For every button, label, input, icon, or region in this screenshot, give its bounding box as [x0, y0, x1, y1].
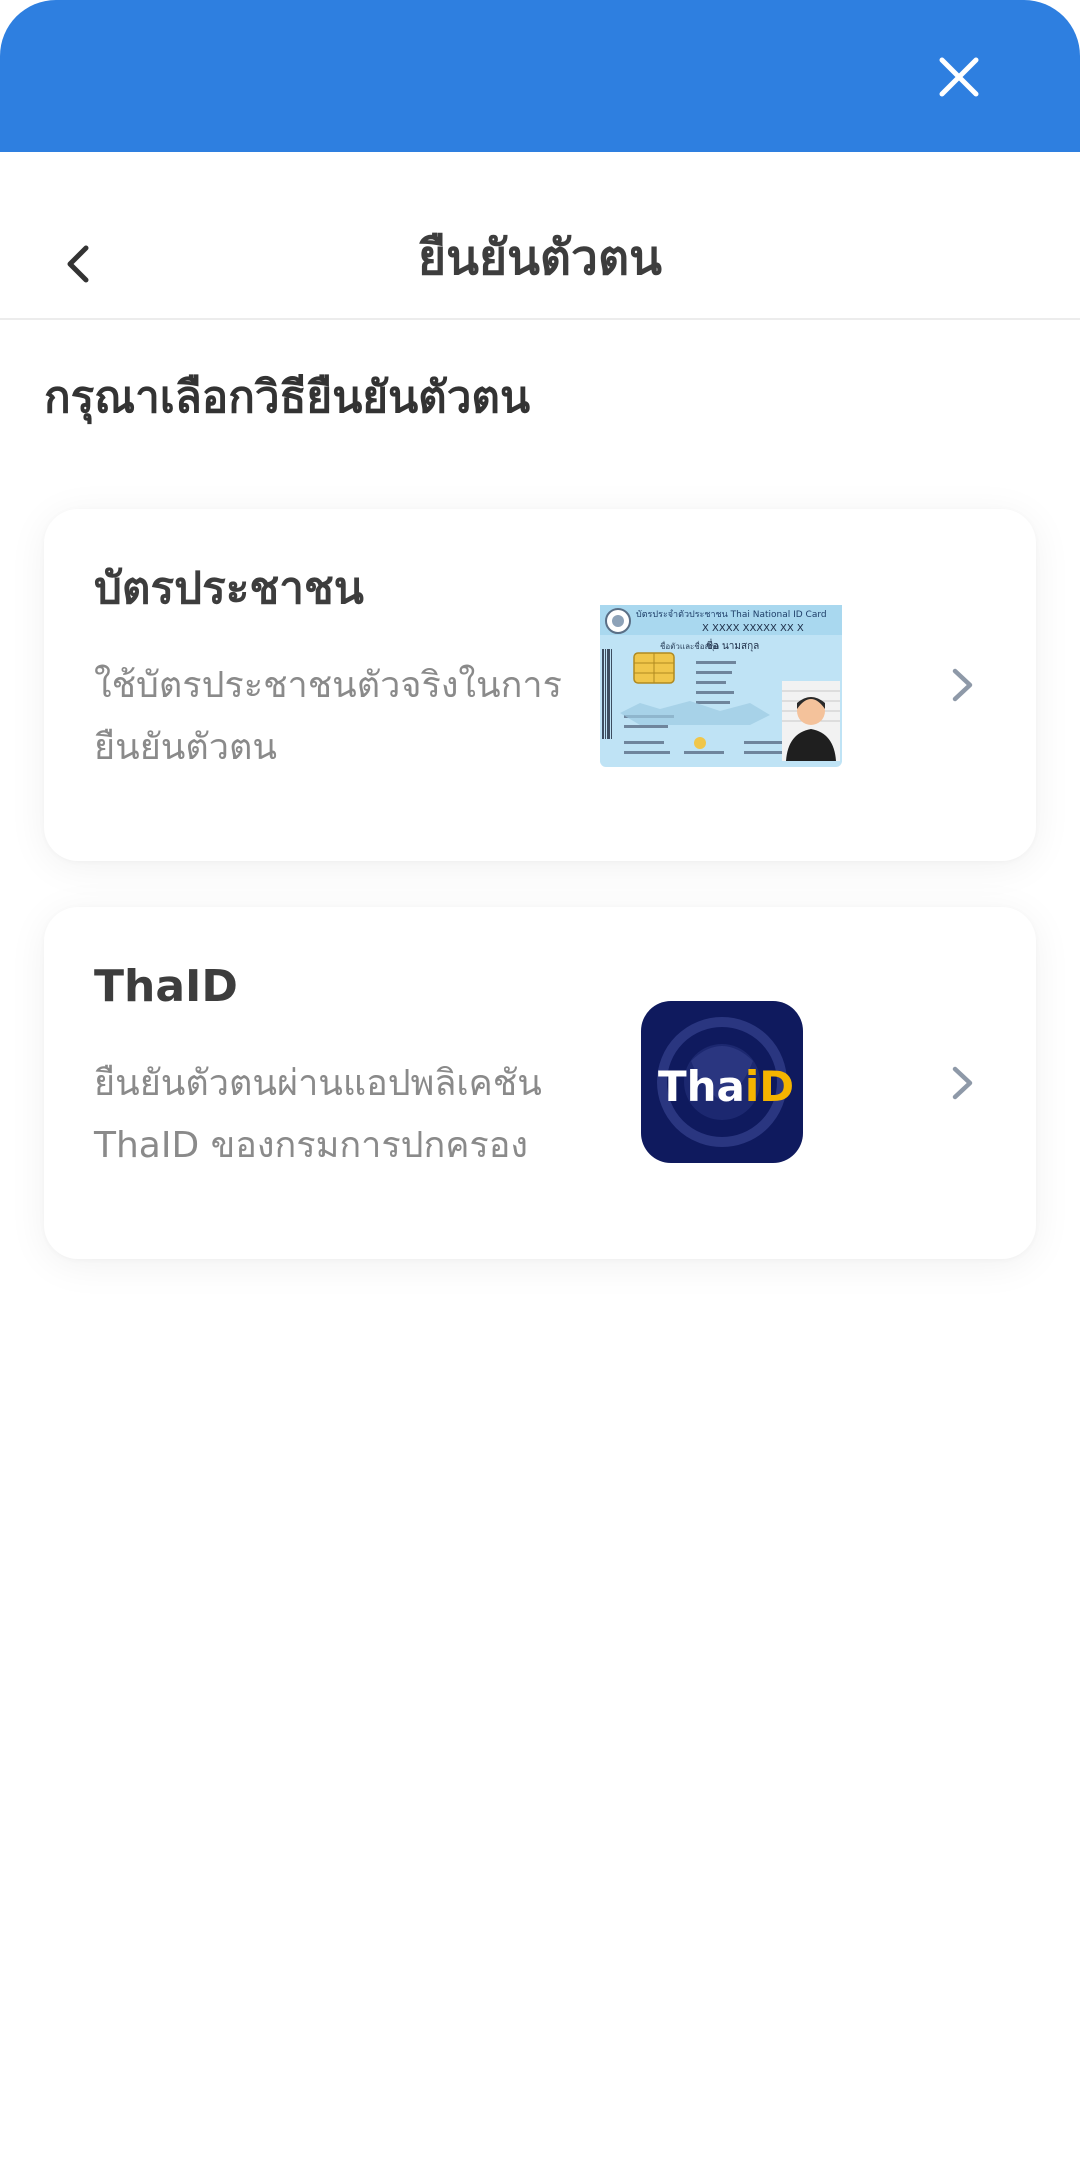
- option-title: บัตรประชาชน: [94, 563, 364, 614]
- id-card-option[interactable]: บัตรประชาชน ใช้บัตรประชาชนตัวจริงในการ ย…: [44, 509, 1036, 861]
- thaid-logo-accent-text: iD: [745, 1062, 794, 1111]
- top-bar: [0, 0, 1080, 152]
- option-description-line: ใช้บัตรประชาชนตัวจริงในการ: [94, 665, 562, 706]
- page-header: ยืนยันตัวตน: [0, 152, 1080, 320]
- option-description: ใช้บัตรประชาชนตัวจริงในการ ยืนยันตัวตน: [94, 655, 614, 779]
- page-title: ยืนยันตัวตน: [418, 230, 662, 286]
- chevron-right-icon: [952, 1066, 973, 1100]
- option-description-line: ThaID ของกรมการปกครอง: [94, 1125, 528, 1166]
- id-card-header-text: บัตรประจำตัวประชาชน Thai National ID Car…: [636, 609, 827, 620]
- option-description: ยืนยันตัวตนผ่านแอปพลิเคชัน ThaID ของกรมก…: [94, 1053, 614, 1177]
- thai-national-id-card-image: บัตรประจำตัวประชาชน Thai National ID Car…: [600, 605, 842, 767]
- thaid-logo-text: Tha: [658, 1062, 745, 1111]
- option-description-line: ยืนยันตัวตน: [94, 727, 277, 768]
- close-icon[interactable]: [930, 48, 988, 106]
- chevron-right-icon: [952, 668, 973, 702]
- section-heading: กรุณาเลือกวิธียืนยันตัวตน: [44, 372, 531, 423]
- thaid-option[interactable]: ThaID ยืนยันตัวตนผ่านแอปพลิเคชัน ThaID ข…: [44, 907, 1036, 1259]
- id-card-name-text: ชื่อ นามสกุล: [706, 638, 759, 652]
- thaid-app-logo: ThaiD: [641, 1001, 803, 1163]
- screen: ยืนยันตัวตน กรุณาเลือกวิธียืนยันตัวตน บั…: [0, 0, 1080, 2178]
- id-card-number-text: X XXXX XXXXX XX X: [702, 623, 804, 634]
- svg-text:ThaiD: ThaiD: [658, 1062, 794, 1111]
- option-title: ThaID: [94, 961, 238, 1012]
- option-description-line: ยืนยันตัวตนผ่านแอปพลิเคชัน: [94, 1063, 542, 1104]
